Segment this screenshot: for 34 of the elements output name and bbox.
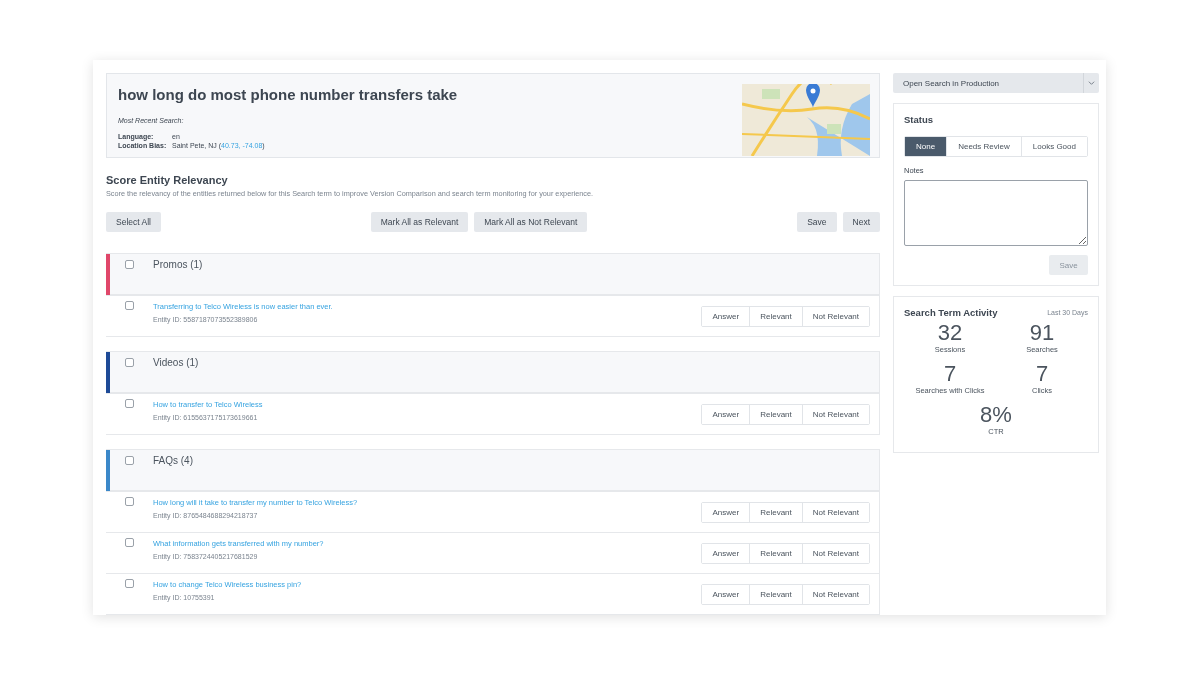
relevance-button[interactable]: Not Relevant: [801, 502, 869, 522]
stat-value: 8%: [980, 403, 1012, 427]
checkbox[interactable]: [125, 358, 134, 367]
select-all-button[interactable]: Select All: [106, 212, 161, 232]
panel-title: Status: [904, 114, 935, 125]
group-title: Promos (1): [153, 259, 203, 270]
stat-value: 91: [1029, 321, 1055, 345]
checkbox[interactable]: [125, 456, 134, 465]
checkbox[interactable]: [125, 301, 134, 310]
mark-all-button[interactable]: Mark All as Relevant: [370, 212, 469, 232]
status-option[interactable]: None: [905, 137, 947, 156]
section-title: Score Entity Relevancy: [106, 174, 229, 186]
status-option[interactable]: Looks Good: [1020, 137, 1087, 156]
relevance-button[interactable]: Not Relevant: [801, 543, 869, 563]
open-production-button[interactable]: Open Search in Production: [893, 73, 1083, 93]
group-title: FAQs (4): [153, 455, 193, 466]
relevance-button[interactable]: Not Relevant: [801, 306, 869, 326]
mark-all-button[interactable]: Mark All as Not Relevant: [474, 212, 588, 232]
panel-title: Search Term Activity: [904, 307, 998, 318]
relevance-button[interactable]: Not Relevant: [801, 404, 869, 424]
checkbox[interactable]: [125, 579, 134, 588]
nav-button[interactable]: Next: [842, 212, 880, 232]
group-title: Videos (1): [153, 357, 199, 368]
checkbox[interactable]: [125, 260, 134, 269]
checkbox[interactable]: [125, 497, 134, 506]
checkbox[interactable]: [125, 538, 134, 547]
stat-value: 32: [937, 321, 963, 345]
stat-value: 7: [1035, 362, 1049, 386]
stat-value: 7: [943, 362, 957, 386]
search-term-title: how long do most phone number transfers take: [118, 86, 458, 103]
checkbox[interactable]: [125, 399, 134, 408]
notes-field[interactable]: [904, 180, 1088, 246]
nav-button[interactable]: Save: [797, 212, 837, 232]
relevance-button[interactable]: Not Relevant: [801, 584, 869, 604]
